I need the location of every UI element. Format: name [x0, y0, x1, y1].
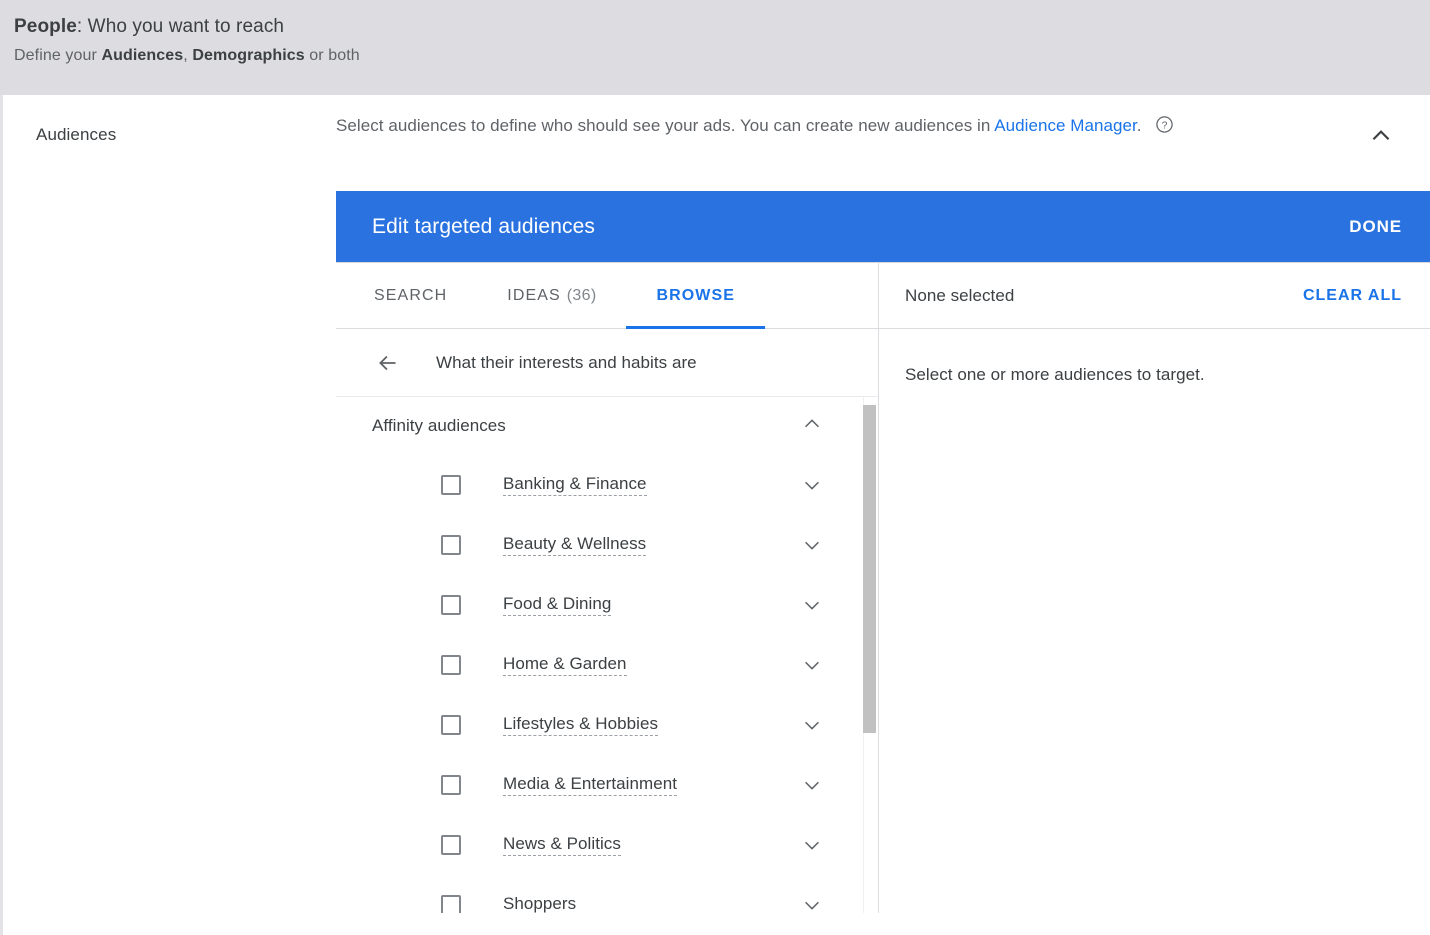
group-affinity-audiences-label: Affinity audiences: [372, 416, 506, 435]
list-item[interactable]: Beauty & Wellness: [336, 515, 878, 575]
list-item[interactable]: Media & Entertainment: [336, 755, 878, 815]
section-description-text: Select audiences to define who should se…: [336, 116, 995, 135]
tab-browse[interactable]: BROWSE: [626, 263, 765, 329]
selected-panel-header: None selected CLEAR ALL: [879, 263, 1430, 329]
list-item[interactable]: Food & Dining: [336, 575, 878, 635]
page-title-rest: : Who you want to reach: [76, 16, 285, 37]
list-item-label: Banking & Finance: [503, 474, 647, 496]
list-item-label: Home & Garden: [503, 654, 627, 676]
list-item-label: Beauty & Wellness: [503, 534, 647, 556]
editor-tabs: SEARCH IDEAS (36) BROWSE: [336, 263, 878, 329]
list-scrollbar-thumb[interactable]: [863, 405, 876, 733]
editor-body: SEARCH IDEAS (36) BROWSE What their inte…: [336, 262, 1430, 913]
audiences-section: Audiences Select audiences to define who…: [0, 95, 1430, 935]
tab-ideas-label: IDEAS: [507, 286, 561, 304]
section-label: Audiences: [36, 125, 117, 144]
checkbox-media-entertainment[interactable]: [441, 775, 461, 795]
page-subtitle-demographics: Demographics: [192, 47, 305, 64]
page-subtitle: Define your Audiences, Demographics or b…: [14, 47, 1430, 65]
checkbox-lifestyles-hobbies[interactable]: [441, 715, 461, 735]
chevron-down-icon[interactable]: [801, 594, 823, 616]
editor-header-bar: Edit targeted audiences DONE: [336, 191, 1430, 262]
selected-panel-empty-message: Select one or more audiences to target.: [905, 365, 1205, 384]
checkbox-beauty-wellness[interactable]: [441, 535, 461, 555]
chevron-down-icon[interactable]: [801, 774, 823, 796]
group-affinity-audiences[interactable]: Affinity audiences: [336, 397, 878, 455]
section-description-period: .: [1136, 116, 1142, 135]
chevron-down-icon[interactable]: [801, 714, 823, 736]
tab-browse-label: BROWSE: [656, 286, 736, 304]
list-item-label: Media & Entertainment: [503, 774, 677, 796]
page-title-strong: People: [14, 16, 77, 37]
checkbox-banking-finance[interactable]: [441, 475, 461, 495]
page-subtitle-suffix: or both: [304, 47, 360, 64]
page-subtitle-audiences: Audiences: [101, 47, 184, 64]
tab-ideas-count: (36): [566, 286, 597, 304]
page-title: People: Who you want to reach: [14, 16, 1430, 38]
checkbox-news-politics[interactable]: [441, 835, 461, 855]
done-button[interactable]: DONE: [1349, 217, 1402, 237]
chevron-down-icon[interactable]: [801, 474, 823, 496]
collapse-section-button[interactable]: [1368, 123, 1394, 149]
page-subtitle-prefix: Define your: [14, 47, 102, 64]
chevron-up-icon: [1372, 130, 1390, 141]
list-item[interactable]: Home & Garden: [336, 635, 878, 695]
tab-search-label: SEARCH: [374, 286, 448, 304]
selected-status: None selected: [905, 285, 1015, 305]
breadcrumb: What their interests and habits are: [336, 329, 878, 397]
list-item-label: Lifestyles & Hobbies: [503, 714, 659, 736]
list-item[interactable]: Banking & Finance: [336, 455, 878, 515]
list-item[interactable]: Lifestyles & Hobbies: [336, 695, 878, 755]
checkbox-home-garden[interactable]: [441, 655, 461, 675]
section-description: Select audiences to define who should se…: [336, 111, 1336, 143]
clear-all-button[interactable]: CLEAR ALL: [1303, 287, 1402, 305]
list-item-label: Shoppers: [503, 894, 576, 913]
chevron-down-icon[interactable]: [801, 534, 823, 556]
list-item[interactable]: Shoppers: [336, 875, 878, 913]
tab-search[interactable]: SEARCH: [337, 263, 477, 328]
arrow-left-icon[interactable]: [375, 350, 401, 376]
svg-text:?: ?: [1162, 121, 1168, 132]
breadcrumb-label: What their interests and habits are: [436, 352, 697, 372]
page-header: People: Who you want to reach Define you…: [0, 0, 1430, 95]
audience-manager-link[interactable]: Audience Manager: [994, 116, 1137, 135]
list-item-label: News & Politics: [503, 834, 621, 856]
browse-panel: SEARCH IDEAS (36) BROWSE What their inte…: [336, 263, 879, 913]
tab-ideas[interactable]: IDEAS (36): [477, 263, 626, 328]
list-item[interactable]: News & Politics: [336, 815, 878, 875]
editor-title: Edit targeted audiences: [372, 214, 595, 238]
chevron-down-icon[interactable]: [801, 834, 823, 856]
checkbox-food-dining[interactable]: [441, 595, 461, 615]
checkbox-shoppers[interactable]: [441, 895, 461, 913]
chevron-up-icon: [801, 413, 823, 440]
chevron-down-icon[interactable]: [801, 894, 823, 913]
chevron-down-icon[interactable]: [801, 654, 823, 676]
edit-targeted-audiences-card: Edit targeted audiences DONE SEARCH IDEA…: [336, 191, 1430, 913]
help-circle-icon[interactable]: ?: [1155, 114, 1174, 143]
list-item-label: Food & Dining: [503, 594, 612, 616]
selected-audiences-panel: None selected CLEAR ALL Select one or mo…: [879, 263, 1430, 913]
audience-list: Affinity audiences Banking & Finance Bea…: [336, 397, 878, 913]
